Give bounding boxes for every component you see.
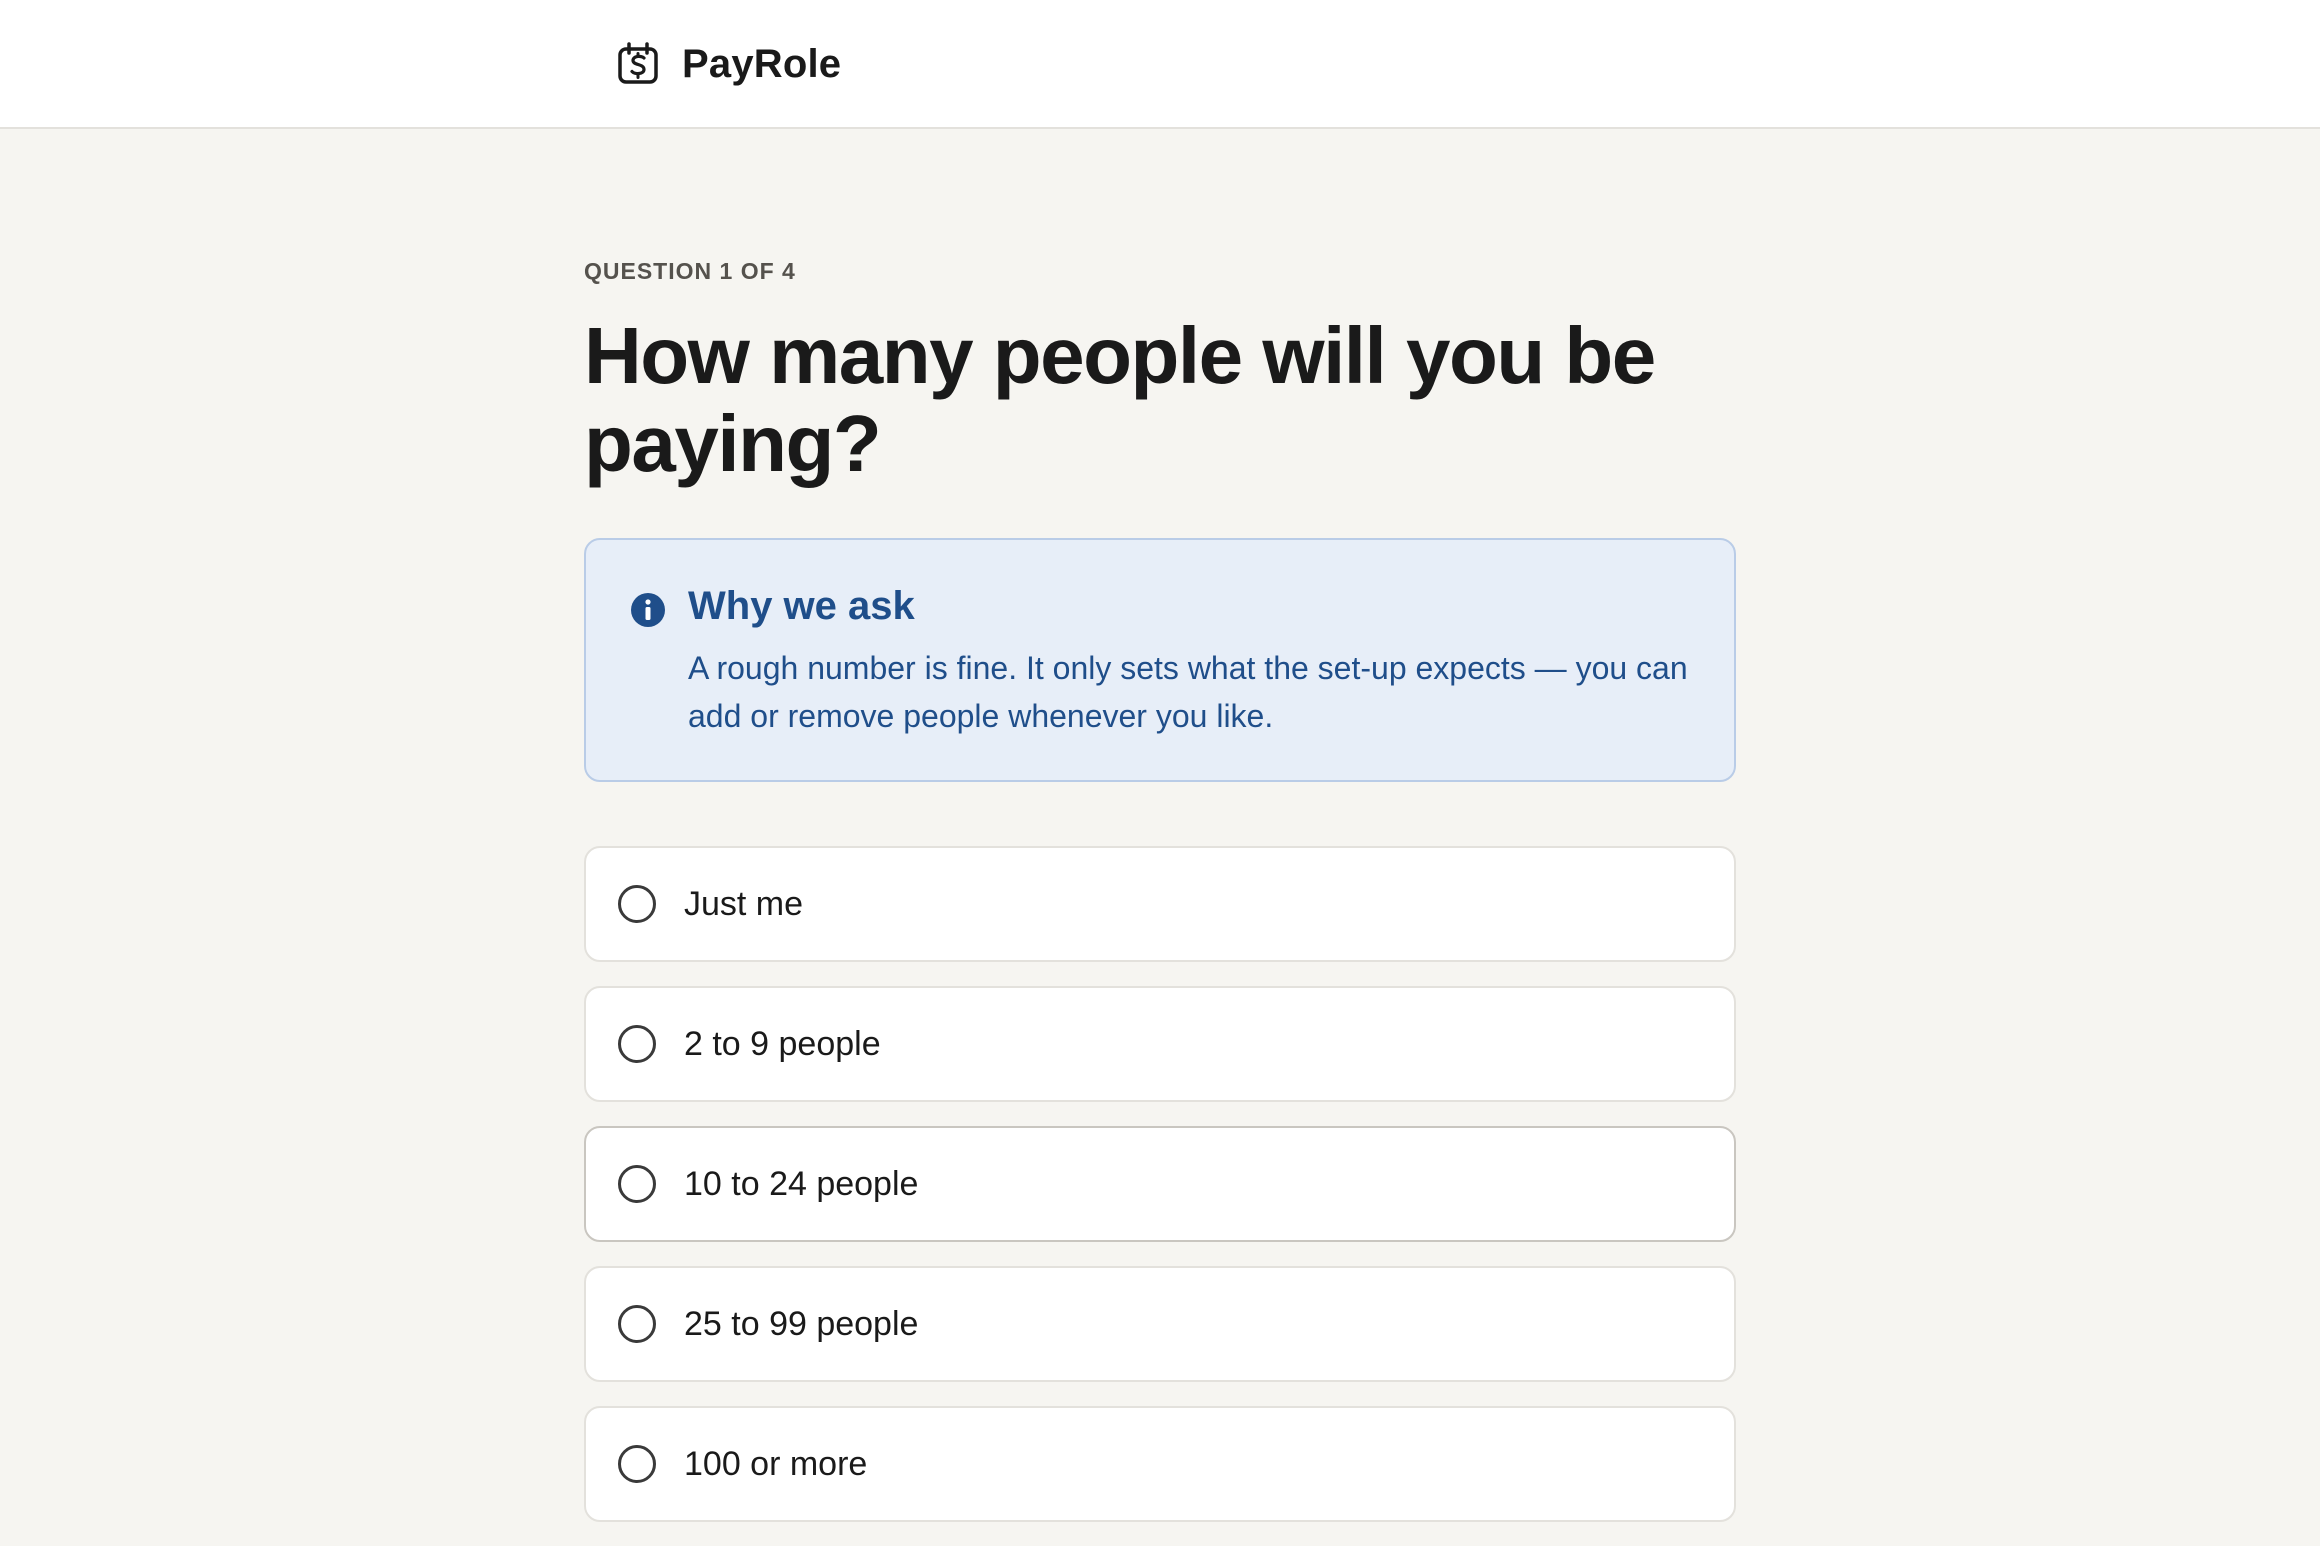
- option-label: Just me: [684, 885, 804, 923]
- radio-button[interactable]: [618, 1305, 656, 1343]
- option-list: Just me 2 to 9 people 10 to 24 people 25…: [584, 846, 1736, 1546]
- option-just-me[interactable]: Just me: [584, 846, 1736, 962]
- option-label: 100 or more: [684, 1445, 868, 1483]
- radio-button[interactable]: [618, 885, 656, 923]
- question-title: How many people will you be paying?: [584, 311, 1656, 488]
- brand-logo[interactable]: PayRole: [616, 38, 841, 90]
- option-label: 10 to 24 people: [684, 1165, 919, 1203]
- radio-button[interactable]: [618, 1165, 656, 1203]
- radio-button[interactable]: [618, 1025, 656, 1063]
- option-2-to-9[interactable]: 2 to 9 people: [584, 986, 1736, 1102]
- info-icon: [630, 592, 666, 628]
- brand-name: PayRole: [682, 41, 842, 86]
- option-100-or-more[interactable]: 100 or more: [584, 1406, 1736, 1522]
- option-label: 25 to 99 people: [684, 1305, 919, 1343]
- radio-button[interactable]: [618, 1445, 656, 1483]
- option-25-to-99[interactable]: 25 to 99 people: [584, 1266, 1736, 1382]
- option-10-to-24[interactable]: 10 to 24 people: [584, 1126, 1736, 1242]
- calendar-dollar-icon: [616, 42, 660, 86]
- info-body: A rough number is fine. It only sets wha…: [688, 650, 1688, 734]
- top-bar: PayRole: [0, 0, 2320, 129]
- step-label: QUESTION 1 OF 4: [584, 258, 796, 284]
- info-title: Why we ask: [688, 584, 915, 628]
- info-callout: Why we ask A rough number is fine. It on…: [584, 538, 1736, 782]
- option-label: 2 to 9 people: [684, 1025, 881, 1063]
